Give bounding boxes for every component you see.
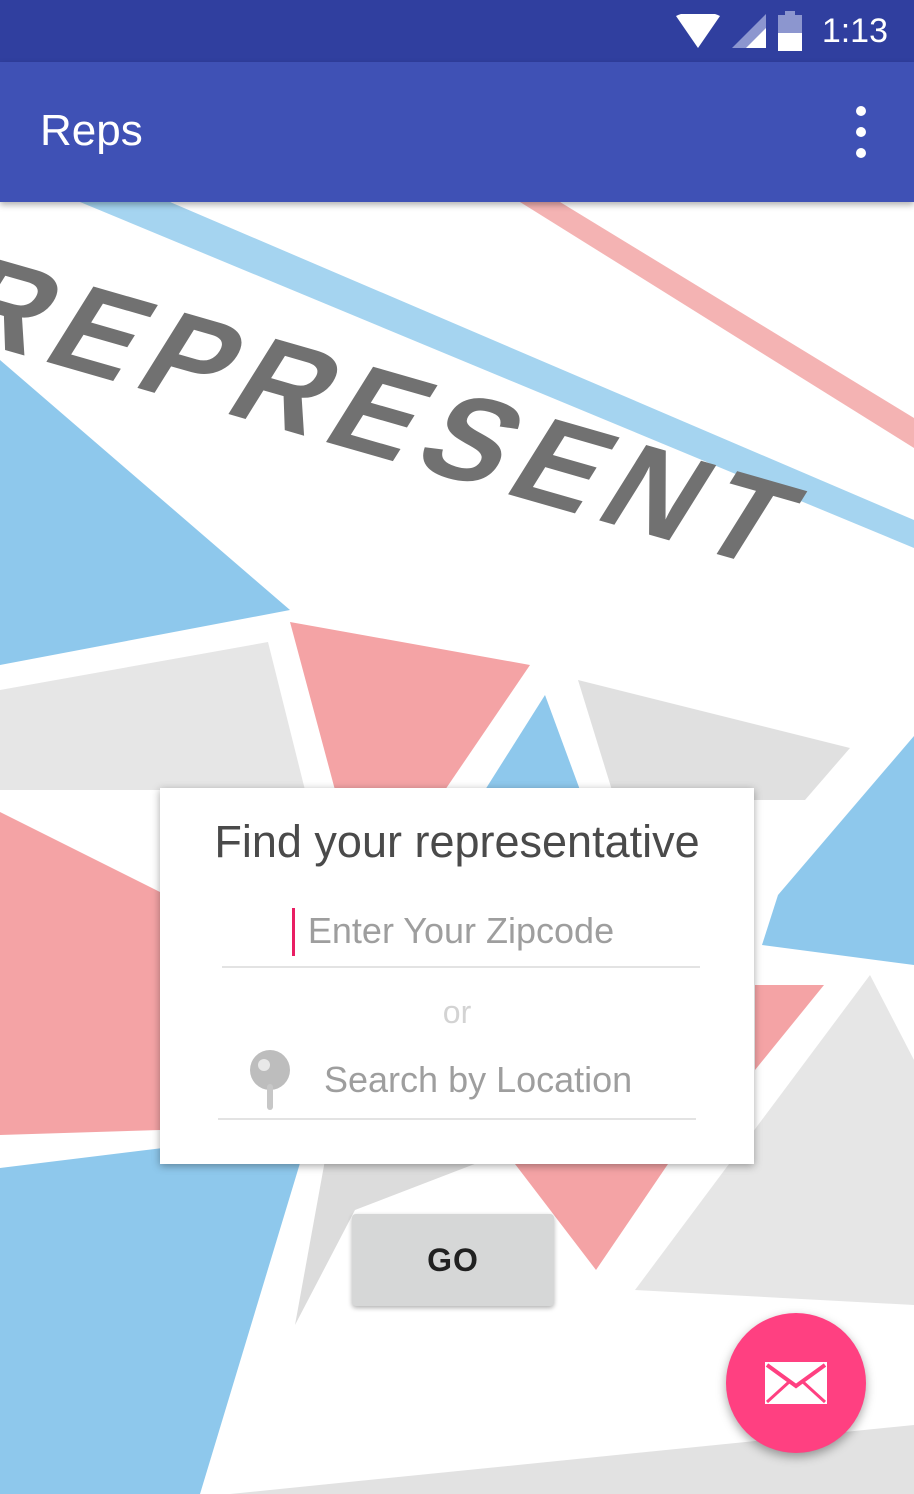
cell-signal-icon xyxy=(731,14,766,48)
app-bar: Reps xyxy=(0,62,914,202)
search-card: Find your representative or xyxy=(160,788,754,1164)
battery-icon xyxy=(777,11,802,51)
or-separator: or xyxy=(442,994,472,1030)
wifi-icon xyxy=(675,14,720,48)
mail-fab-button[interactable] xyxy=(726,1313,866,1453)
more-vert-icon[interactable] xyxy=(846,106,876,158)
zipcode-field xyxy=(222,900,700,968)
status-bar: 1:13 xyxy=(0,0,914,62)
app-title: Reps xyxy=(40,106,143,155)
card-title: Find your representative xyxy=(214,816,700,867)
location-input[interactable] xyxy=(318,1052,694,1108)
location-pin-icon[interactable] xyxy=(244,1048,296,1110)
go-button[interactable]: GO xyxy=(352,1214,554,1306)
text-cursor xyxy=(292,908,295,956)
status-time: 1:13 xyxy=(821,11,888,50)
mail-icon xyxy=(765,1362,827,1404)
location-field xyxy=(218,1044,696,1120)
